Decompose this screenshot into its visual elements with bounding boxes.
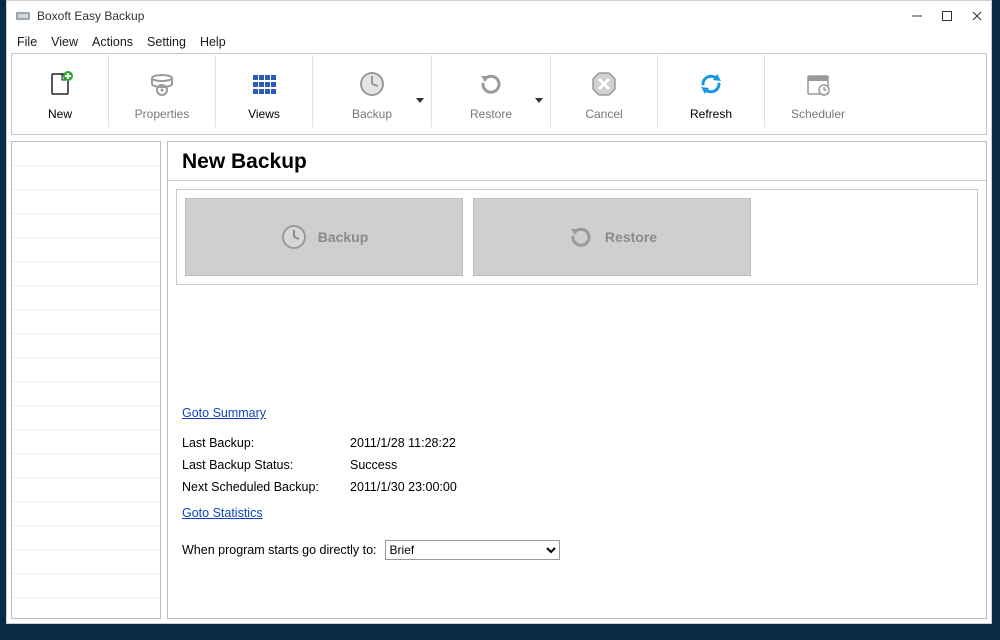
- scheduler-icon: [802, 68, 834, 100]
- backup-icon: [356, 68, 388, 100]
- content-row: New Backup Backup: [11, 141, 987, 619]
- list-item[interactable]: [12, 214, 160, 238]
- list-item[interactable]: [12, 502, 160, 526]
- big-restore-label: Restore: [605, 229, 657, 245]
- big-restore-button[interactable]: Restore: [473, 198, 751, 276]
- toolbar-properties: Properties: [109, 54, 215, 128]
- menu-file[interactable]: File: [17, 35, 37, 49]
- menu-setting[interactable]: Setting: [147, 35, 186, 49]
- list-item[interactable]: [12, 334, 160, 358]
- menu-view[interactable]: View: [51, 35, 78, 49]
- chevron-down-icon: [416, 96, 424, 104]
- toolbar-item-label: Properties: [135, 108, 190, 120]
- summary-block: Goto Summary Last Backup: 2011/1/28 11:2…: [168, 393, 986, 530]
- titlebar-left: Boxoft Easy Backup: [15, 8, 144, 24]
- list-item[interactable]: [12, 262, 160, 286]
- toolbar-refresh[interactable]: Refresh: [658, 54, 764, 128]
- app-icon: [15, 8, 31, 24]
- menu-help[interactable]: Help: [200, 35, 226, 49]
- new-icon: [44, 68, 76, 100]
- goto-statistics-link[interactable]: Goto Statistics: [182, 506, 263, 520]
- list-item[interactable]: [12, 310, 160, 334]
- minimize-button[interactable]: [911, 10, 923, 22]
- toolbar-restore: Restore: [432, 54, 550, 128]
- refresh-icon: [695, 68, 727, 100]
- clock-icon: [280, 223, 308, 251]
- list-item[interactable]: [12, 190, 160, 214]
- toolbar-item-label: Restore: [470, 108, 512, 120]
- goto-summary-link[interactable]: Goto Summary: [182, 406, 266, 420]
- toolbar-item-label: Backup: [352, 108, 392, 120]
- next-scheduled-label: Next Scheduled Backup:: [182, 477, 342, 499]
- list-item[interactable]: [12, 142, 160, 166]
- list-item[interactable]: [12, 358, 160, 382]
- cancel-icon: [588, 68, 620, 100]
- big-backup-button[interactable]: Backup: [185, 198, 463, 276]
- close-button[interactable]: [971, 10, 983, 22]
- toolbar-item-label: Cancel: [585, 108, 622, 120]
- last-backup-label: Last Backup:: [182, 433, 342, 455]
- list-item[interactable]: [12, 454, 160, 478]
- views-icon: [248, 68, 280, 100]
- toolbar: New Properties Views Backup Restore Cancel Ref…: [11, 53, 987, 135]
- last-backup-value: 2011/1/28 11:28:22: [350, 433, 456, 455]
- last-backup-status-value: Success: [350, 455, 397, 477]
- start-mode-row: When program starts go directly to: Brie…: [168, 530, 986, 560]
- maximize-button[interactable]: [941, 10, 953, 22]
- list-item[interactable]: [12, 406, 160, 430]
- list-item[interactable]: [12, 286, 160, 310]
- titlebar: Boxoft Easy Backup: [7, 1, 991, 31]
- backup-jobs-list[interactable]: [11, 141, 161, 619]
- list-item[interactable]: [12, 478, 160, 502]
- main-panel: New Backup Backup: [167, 141, 987, 619]
- chevron-down-icon: [535, 96, 543, 104]
- toolbar-item-label: Refresh: [690, 108, 732, 120]
- toolbar-item-label: Views: [248, 108, 280, 120]
- toolbar-row: New Properties Views Backup Restore Cancel Ref…: [12, 54, 986, 128]
- toolbar-backup: Backup: [313, 54, 431, 128]
- toolbar-scheduler: Scheduler: [765, 54, 871, 128]
- main-title: New Backup: [168, 142, 986, 181]
- menu-actions[interactable]: Actions: [92, 35, 133, 49]
- list-item[interactable]: [12, 574, 160, 598]
- list-item[interactable]: [12, 550, 160, 574]
- properties-icon: [146, 68, 178, 100]
- start-mode-label: When program starts go directly to:: [182, 543, 377, 557]
- menubar: File View Actions Setting Help: [7, 31, 991, 53]
- app-window: Boxoft Easy Backup File View Actions Set…: [6, 0, 992, 624]
- next-scheduled-value: 2011/1/30 23:00:00: [350, 477, 457, 499]
- restore-icon: [475, 68, 507, 100]
- toolbar-cancel: Cancel: [551, 54, 657, 128]
- last-backup-status-label: Last Backup Status:: [182, 455, 342, 477]
- list-item[interactable]: [12, 382, 160, 406]
- toolbar-views[interactable]: Views: [216, 54, 312, 128]
- list-item[interactable]: [12, 430, 160, 454]
- app-title: Boxoft Easy Backup: [37, 9, 144, 23]
- toolbar-new[interactable]: New: [12, 54, 108, 128]
- restore-icon: [567, 223, 595, 251]
- start-mode-select[interactable]: Brief: [385, 540, 560, 560]
- list-item[interactable]: [12, 526, 160, 550]
- list-item[interactable]: [12, 238, 160, 262]
- window-controls: [911, 10, 983, 22]
- big-action-box: Backup Restore: [176, 189, 978, 285]
- toolbar-item-label: New: [48, 108, 72, 120]
- list-item[interactable]: [12, 166, 160, 190]
- big-backup-label: Backup: [318, 229, 369, 245]
- toolbar-item-label: Scheduler: [791, 108, 845, 120]
